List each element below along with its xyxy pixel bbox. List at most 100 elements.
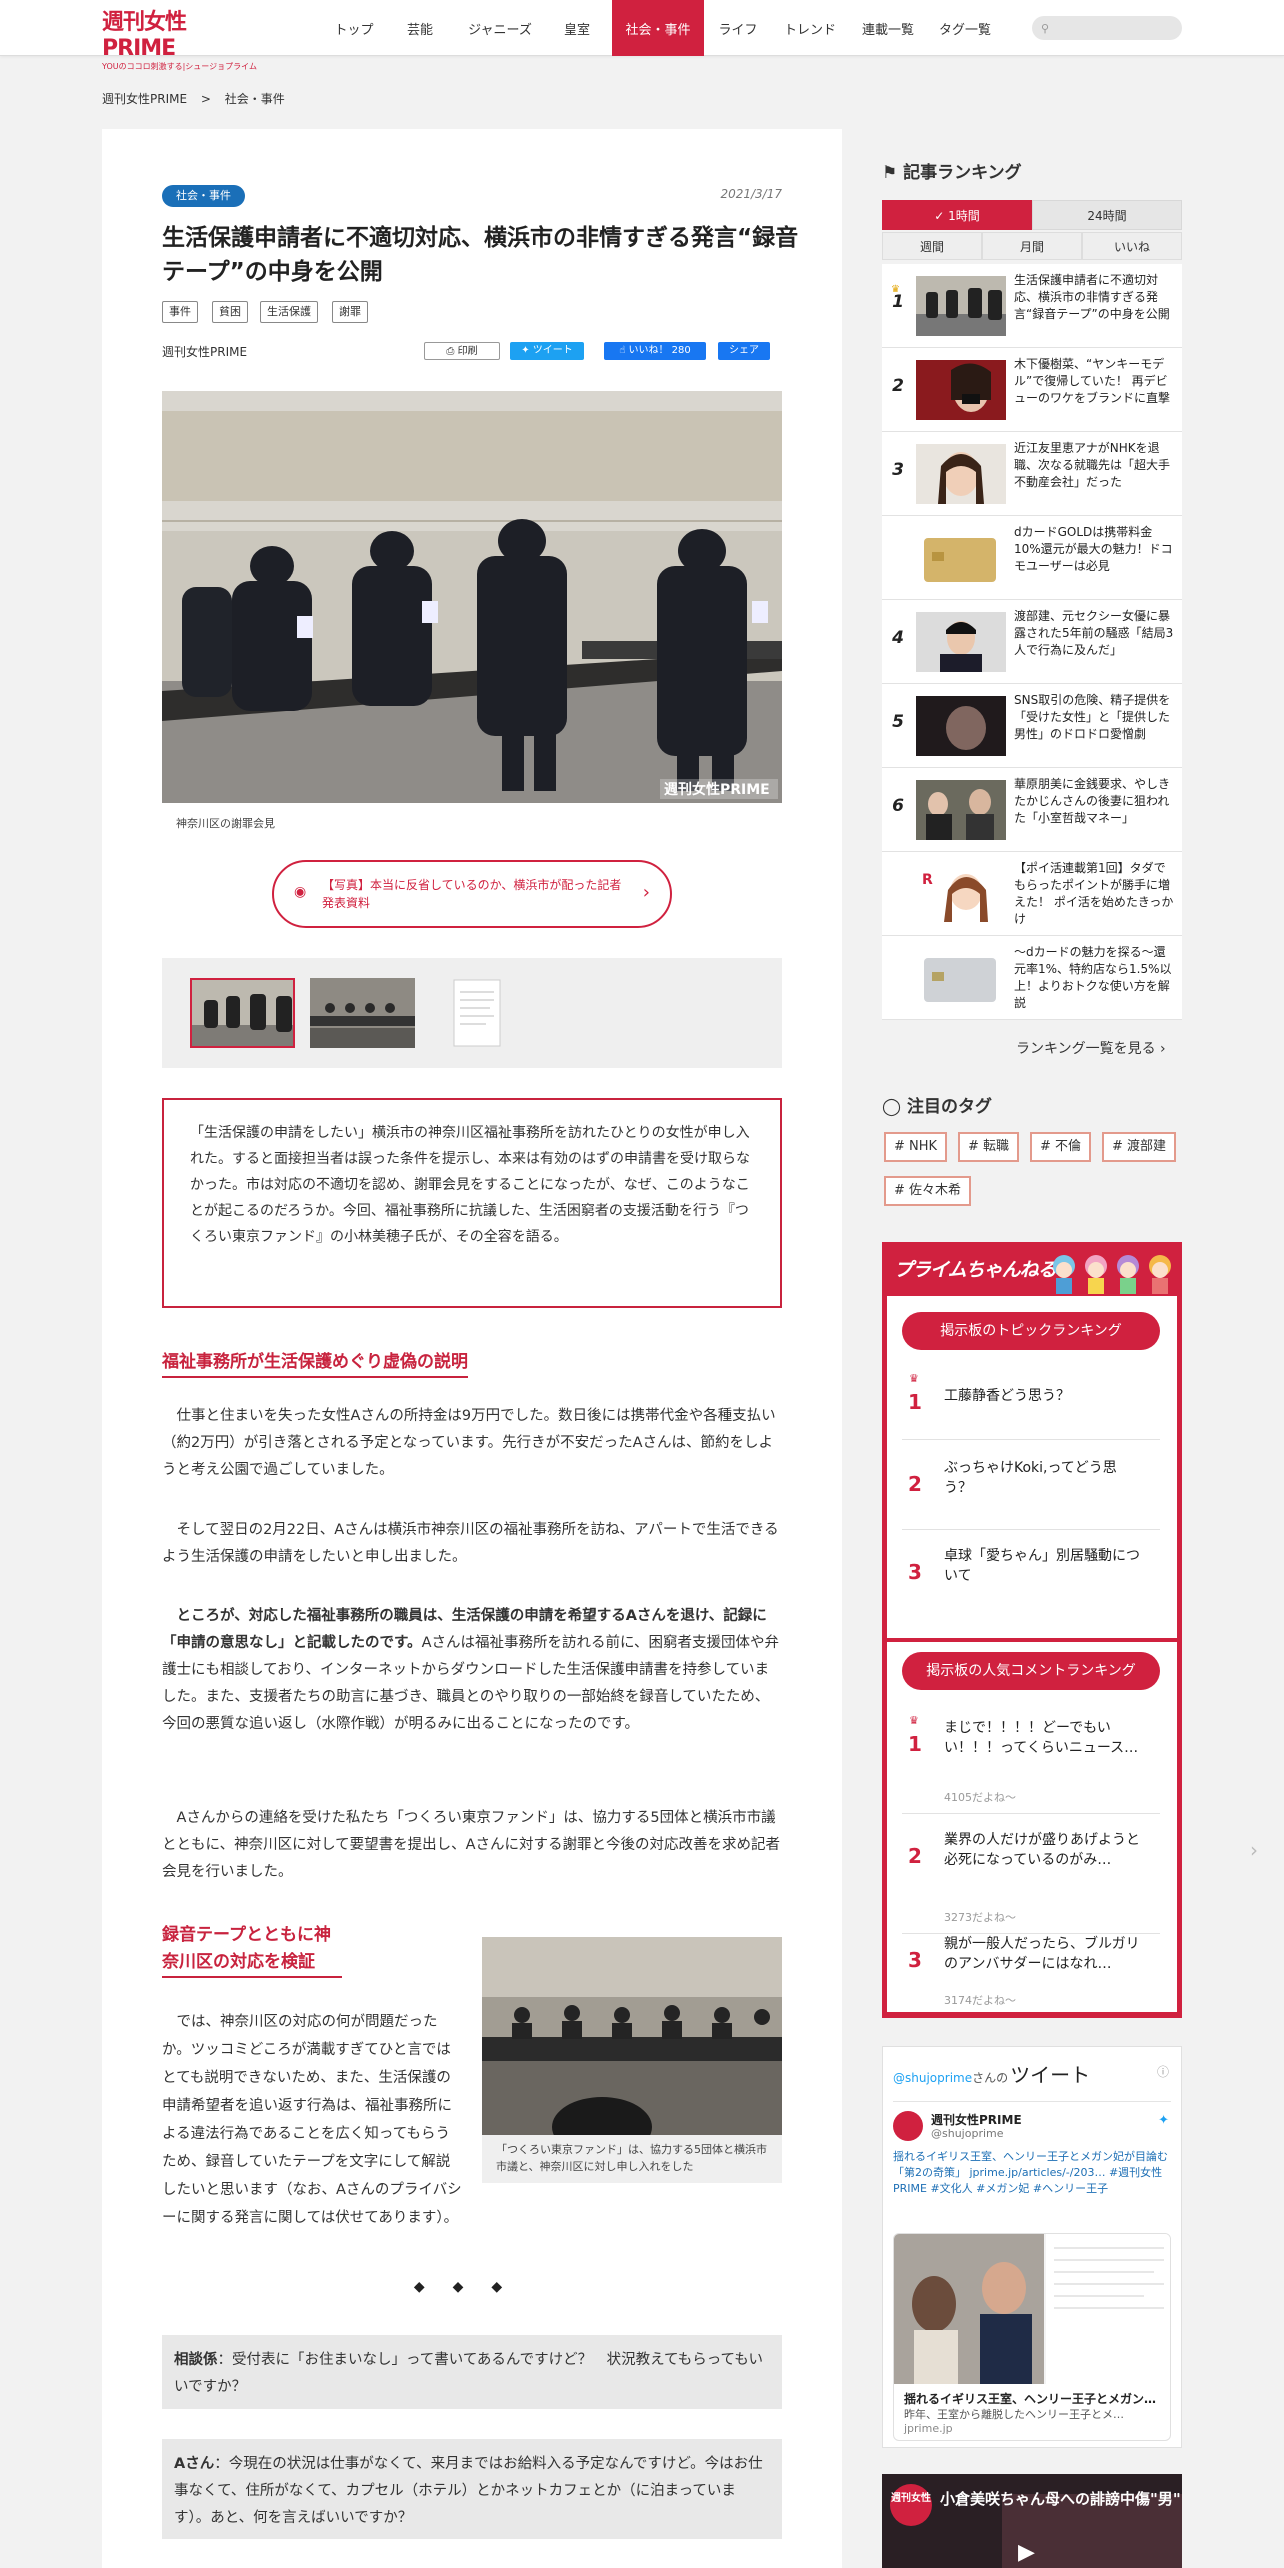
tag-watabe[interactable]: # 渡部建 [1102,1132,1177,1162]
thumbnail-3[interactable] [424,978,529,1048]
thumbnail-1[interactable] [190,978,295,1048]
nav-life[interactable]: ライフ [708,0,768,56]
next-article-arrow-icon[interactable]: › [1250,1838,1258,1862]
ranking-item-ad[interactable]: 〜dカードの魅力を探る〜還元率1%、特約店なら1.5%以上！よりおトクな使い方を… [882,936,1182,1020]
chevron-right-icon: › [642,882,650,903]
flag-icon: ⚑ [882,163,904,183]
ranking-item[interactable]: 2 木下優樹菜、“ヤンキーモデル”で復帰していた！ 再デビューのワケをブランドに… [882,348,1182,432]
article-tag[interactable]: 貧困 [212,301,248,323]
tab-weekly[interactable]: 週間 [882,232,982,260]
topic-ranking-button[interactable]: 掲示板のトピックランキング [902,1312,1160,1350]
topic-row[interactable]: ♛ 1 工藤静香どう思う？ [902,1362,1160,1440]
tag-nhk[interactable]: # NHK [884,1132,948,1162]
ranking-thumbnail [916,528,1006,588]
topic-ranking-panel: 掲示板のトピックランキング ♛ 1 工藤静香どう思う？ 2 ぶっちゃけKoki,… [887,1296,1177,1638]
facebook-like-button[interactable]: ☝ いいね！ 280 [604,342,706,360]
tweet-button[interactable]: ✦ ツイート [510,342,584,360]
thumbnail-image [424,978,529,1048]
twitter-handle-line: @shujoprimeさんの ツイート [893,2059,1090,2088]
tab-likes[interactable]: いいね [1082,232,1182,260]
ranking-title: SNS取引の危険、精子提供を「受けた女性」と「提供した男性」のドロドロ愛憎劇 [1014,693,1171,741]
account-avatar[interactable] [893,2111,923,2141]
search-input[interactable] [1058,19,1174,37]
thumbnail-2[interactable] [310,978,415,1048]
comment-ranking-button[interactable]: 掲示板の人気コメントランキング [902,1652,1160,1690]
comment-row[interactable]: ♛ 1 まじで！！！！どーでもいい！！！ってくらいニュース… 4105だよね〜 [902,1704,1160,1814]
info-icon[interactable]: ⓘ [1157,2063,1169,2080]
ranking-item[interactable]: 6 華原朋美に金銭要求、やしきたかじんさんの後妻に狙われた「小室哲哉マネー」 [882,768,1182,852]
twitter-handle[interactable]: @shujoprime [893,2071,972,2085]
photo-gallery-link[interactable]: ◉ 【写真】本当に反省しているのか、横浜市が配った記者発表資料 › [272,860,672,928]
secondary-photo[interactable] [482,1937,782,2135]
nav-trend[interactable]: トレンド [772,0,848,56]
nav-entertainment[interactable]: 芸能 [392,0,448,56]
ranking-title: ⚑ 記事ランキング [882,158,1022,183]
channel-header: プライムちゃんねる [882,1242,1182,1296]
ranking-item[interactable]: ♛ 1 生活保護申請者に不適切対応、横浜市の非情すぎる発言“録音テープ”の中身を… [882,264,1182,348]
account-name[interactable]: 週刊女性PRIME [931,2111,1022,2128]
ranking-item[interactable]: 5 SNS取引の危険、精子提供を「受けた女性」と「提供した男性」のドロドロ愛憎劇 [882,684,1182,768]
channel-title: プライムちゃんねる [894,1259,1057,1281]
ranking-item-ad[interactable]: R 【ポイ活連載第1回】タダでもらったポイントが勝手に増えた！ ポイ活を始めたき… [882,852,1182,936]
article-tag[interactable]: 謝罪 [332,301,368,323]
topic-row[interactable]: 3 卓球「愛ちゃん」別居騒動について [902,1532,1160,1620]
tab-24hour[interactable]: 24時間 [1032,200,1182,230]
site-logo[interactable]: 週刊女性PRIME YOUのココロ刺激する|シュージョプライム [102,10,258,71]
breadcrumb-home[interactable]: 週刊女性PRIME [102,92,187,106]
nav-top[interactable]: トップ [324,0,384,56]
article-tag[interactable]: 生活保護 [260,301,318,323]
topic-title: ぶっちゃけKoki,ってどう思う？ [944,1460,1117,1496]
account-handle[interactable]: @shujoprime [931,2127,1004,2140]
topic-row[interactable]: 2 ぶっちゃけKoki,ってどう思う？ [902,1444,1160,1530]
comment-row[interactable]: 3 親が一般人だったら、ブルガリのアンバサダーにはなれ… 3174だよね〜 [902,1934,1160,2010]
ranking-item-ad[interactable]: dカードGOLDは携帯料金10%還元が最大の魅力！ドコモユーザーは必見 [882,516,1182,600]
thumbnail-image [916,360,1006,420]
twitter-handle-suffix: さんの [972,2071,1009,2085]
channel-avatar[interactable]: 週刊女性 [890,2484,932,2526]
breadcrumb-category[interactable]: 社会・事件 [225,92,285,106]
ranking-thumbnail [916,948,1006,1008]
article-tag[interactable]: 事件 [162,301,198,323]
comment-row[interactable]: 2 業界の人だけが盛りあげようと必死になっているのがみ… 3273だよね〜 [902,1816,1160,1934]
print-icon: ⎙ [446,346,458,357]
ranking-more-link[interactable]: ランキング一覧を見る › [1016,1038,1166,1058]
section-heading: 福祉事務所が生活保護めぐり虚偽の説明 [162,1347,468,1378]
twitter-bird-icon: ✦ [521,345,533,356]
tweet-card[interactable]: 揺れるイギリス王室、ヘンリー王子とメガン… 昨年、王室から離脱したヘンリー王子と… [893,2233,1171,2441]
dialogue-text: ：今現在の状況は仕事がなくて、来月まではお給料入る予定なんですけど。今はお仕事な… [174,2456,763,2526]
tag-job-change[interactable]: # 転職 [958,1132,1020,1162]
ranking-item[interactable]: 3 近江友里恵アナがNHKを退職、次なる就職先は「超大手不動産会社」だった [882,432,1182,516]
nav-series[interactable]: 連載一覧 [852,0,924,56]
tab-1hour[interactable]: ✓ 1時間 [882,200,1032,230]
ranking-title: 木下優樹菜、“ヤンキーモデル”で復帰していた！ 再デビューのワケをブランドに直撃 [1014,357,1171,405]
search-box[interactable]: ⚲ [1032,16,1182,40]
paragraph: ところが、対応した福祉事務所の職員は、生活保護の申請を希望するAさんを退け、記録… [162,1603,782,1738]
article-author[interactable]: 週刊女性PRIME [162,343,247,360]
print-button[interactable]: ⎙ 印刷 [424,342,500,360]
logo-title: 週刊女性PRIME [102,10,187,61]
nav-johnnys[interactable]: ジャニーズ [456,0,544,56]
thumbnail-strip [162,958,782,1068]
card-image [916,528,1006,588]
play-icon[interactable]: ▶ [1018,2540,1035,2565]
dialogue-box: 相談係：受付表に「お住まいなし」って書いてあるんですけど？ 状況教えてもらっても… [162,2335,782,2409]
chevron-right-icon: › [1155,1041,1166,1057]
ranking-item[interactable]: 4 渡部建、元セクシー女優に暴露された5年前の騒惑「結局3人で行為に及んだ」 [882,600,1182,684]
video-title[interactable]: 小倉美咲ちゃん母への誹謗中傷"男" [940,2488,1181,2509]
nav-society[interactable]: 社会・事件 [612,0,704,56]
article-card: 社会・事件 2021/3/17 生活保護申請者に不適切対応、横浜市の非情すぎる発… [102,129,842,2568]
tag-affair[interactable]: # 不倫 [1030,1132,1092,1162]
speaker-label: 相談係 [174,2352,218,2368]
topic-rank: 1 [908,1390,922,1414]
video-embed[interactable]: 週刊女性 小倉美咲ちゃん母への誹謗中傷"男" ▶ [882,2474,1182,2568]
tag-sasaki[interactable]: # 佐々木希 [884,1176,972,1206]
ranking-title: 【ポイ活連載第1回】タダでもらったポイントが勝手に増えた！ ポイ活を始めたきっか… [1014,861,1174,926]
category-badge[interactable]: 社会・事件 [162,185,245,207]
prime-channel-widget: プライムちゃんねる 掲示板のトピックランキング ♛ 1 工藤静香どう思う？ 2 … [882,1242,1182,2018]
main-photo[interactable]: 週刊女性PRIME [162,391,782,803]
nav-imperial[interactable]: 皇室 [552,0,602,56]
nav-tags[interactable]: タグ一覧 [928,0,1002,56]
ranking-thumbnail [916,696,1006,756]
facebook-share-button[interactable]: シェア [718,342,770,360]
tab-monthly[interactable]: 月間 [982,232,1082,260]
